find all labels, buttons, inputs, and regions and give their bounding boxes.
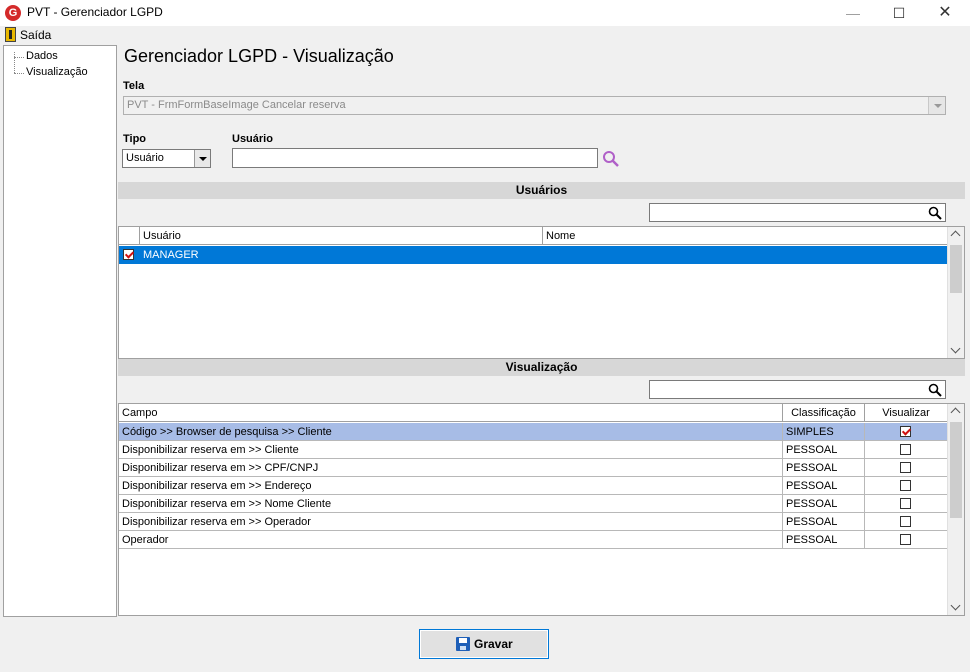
save-button[interactable]: Gravar — [419, 629, 549, 659]
checkbox-column-header — [119, 227, 140, 245]
cell-campo: Código >> Browser de pesquisa >> Cliente — [119, 423, 783, 441]
usuarios-grid: Usuário Nome MANAGER — [118, 226, 965, 359]
cell-campo: Disponibilizar reserva em >> Cliente — [119, 441, 783, 459]
app-logo-icon: G — [5, 5, 21, 21]
tipo-value: Usuário — [126, 152, 164, 164]
cell-campo: Disponibilizar reserva em >> CPF/CNPJ — [119, 459, 783, 477]
column-header-campo[interactable]: Campo — [119, 404, 783, 422]
search-icon[interactable] — [602, 150, 620, 168]
usuarios-scrollbar[interactable] — [947, 227, 964, 358]
table-row[interactable]: Disponibilizar reserva em >> Cliente PESS… — [119, 441, 948, 459]
scroll-thumb[interactable] — [950, 245, 962, 293]
tela-select[interactable]: PVT - FrmFormBaseImage Cancelar reserva — [123, 96, 946, 115]
save-button-label: Gravar — [474, 637, 513, 651]
column-header-classificacao[interactable]: Classificação — [783, 404, 865, 422]
cell-nome — [543, 246, 948, 264]
window-title: PVT - Gerenciador LGPD — [27, 5, 163, 19]
title-bar: G PVT - Gerenciador LGPD — ☐ ✕ — [0, 0, 970, 26]
maximize-button[interactable]: ☐ — [876, 0, 922, 26]
table-row[interactable]: Código >> Browser de pesquisa >> Cliente… — [119, 423, 948, 441]
visualizacao-scrollbar[interactable] — [947, 404, 964, 615]
visualizar-checkbox[interactable] — [900, 534, 911, 545]
page-title: Gerenciador LGPD - Visualização — [124, 46, 394, 66]
column-header-visualizar[interactable]: Visualizar — [865, 404, 948, 422]
cell-visualizar — [865, 423, 948, 441]
search-icon[interactable] — [928, 206, 942, 220]
usuarios-search-input[interactable] — [649, 203, 946, 222]
chevron-down-icon[interactable] — [194, 150, 210, 167]
cell-visualizar — [865, 495, 948, 513]
cell-classificacao: PESSOAL — [783, 531, 865, 549]
checkbox-cell — [119, 246, 140, 264]
tela-label: Tela — [123, 80, 145, 92]
cell-visualizar — [865, 441, 948, 459]
grid-header: Usuário Nome — [119, 227, 948, 245]
scroll-thumb[interactable] — [950, 422, 962, 518]
menu-bar: Saída — [0, 26, 970, 44]
table-row[interactable]: Disponibilizar reserva em >> Endereço PES… — [119, 477, 948, 495]
cell-classificacao: PESSOAL — [783, 441, 865, 459]
row-checkbox[interactable] — [123, 249, 134, 260]
cell-classificacao: PESSOAL — [783, 513, 865, 531]
tela-value: PVT - FrmFormBaseImage Cancelar reserva — [127, 99, 346, 111]
grid-header: Campo Classificação Visualizar — [119, 404, 948, 422]
table-row[interactable]: Disponibilizar reserva em >> Nome Client… — [119, 495, 948, 513]
usuario-input[interactable] — [232, 148, 598, 168]
cell-campo: Disponibilizar reserva em >> Operador — [119, 513, 783, 531]
table-row[interactable]: Disponibilizar reserva em >> Operador PES… — [119, 513, 948, 531]
cell-campo: Disponibilizar reserva em >> Nome Client… — [119, 495, 783, 513]
table-row[interactable]: Operador PESSOAL — [119, 531, 948, 549]
scroll-down-icon[interactable] — [950, 343, 961, 354]
table-row[interactable]: Disponibilizar reserva em >> CPF/CNPJ PES… — [119, 459, 948, 477]
usuarios-section-title: Usuários — [118, 182, 965, 199]
tipo-select[interactable]: Usuário — [122, 149, 211, 168]
cell-classificacao: PESSOAL — [783, 459, 865, 477]
visualizar-checkbox[interactable] — [900, 444, 911, 455]
cell-classificacao: PESSOAL — [783, 495, 865, 513]
close-button[interactable]: ✕ — [922, 0, 968, 26]
column-header-usuario[interactable]: Usuário — [140, 227, 543, 245]
visualizar-checkbox[interactable] — [900, 498, 911, 509]
usuario-label: Usuário — [232, 133, 273, 145]
tree-item-visualizacao[interactable]: Visualização — [26, 66, 88, 78]
exit-door-icon[interactable] — [5, 27, 16, 42]
cell-visualizar — [865, 513, 948, 531]
menu-item-saida[interactable]: Saída — [20, 28, 51, 42]
visualizacao-section-title: Visualização — [118, 359, 965, 376]
cell-usuario: MANAGER — [140, 246, 543, 264]
visualizar-checkbox[interactable] — [900, 426, 911, 437]
cell-campo: Operador — [119, 531, 783, 549]
scroll-up-icon[interactable] — [950, 407, 961, 418]
navigation-tree: Dados Visualização — [3, 45, 117, 617]
search-icon[interactable] — [928, 383, 942, 397]
cell-visualizar — [865, 477, 948, 495]
cell-classificacao: PESSOAL — [783, 477, 865, 495]
chevron-down-icon[interactable] — [928, 97, 945, 114]
cell-visualizar — [865, 531, 948, 549]
tree-item-dados[interactable]: Dados — [26, 50, 58, 62]
visualizar-checkbox[interactable] — [900, 480, 911, 491]
cell-classificacao: SIMPLES — [783, 423, 865, 441]
table-row[interactable]: MANAGER — [119, 246, 948, 264]
visualizar-checkbox[interactable] — [900, 462, 911, 473]
visualizacao-grid: Campo Classificação Visualizar Código >>… — [118, 403, 965, 616]
column-header-nome[interactable]: Nome — [543, 227, 948, 245]
save-icon — [456, 637, 470, 651]
scroll-up-icon[interactable] — [950, 230, 961, 241]
visualizar-checkbox[interactable] — [900, 516, 911, 527]
minimize-button[interactable]: — — [830, 0, 876, 26]
cell-campo: Disponibilizar reserva em >> Endereço — [119, 477, 783, 495]
scroll-down-icon[interactable] — [950, 600, 961, 611]
cell-visualizar — [865, 459, 948, 477]
visualizacao-search-input[interactable] — [649, 380, 946, 399]
tipo-label: Tipo — [123, 133, 147, 145]
